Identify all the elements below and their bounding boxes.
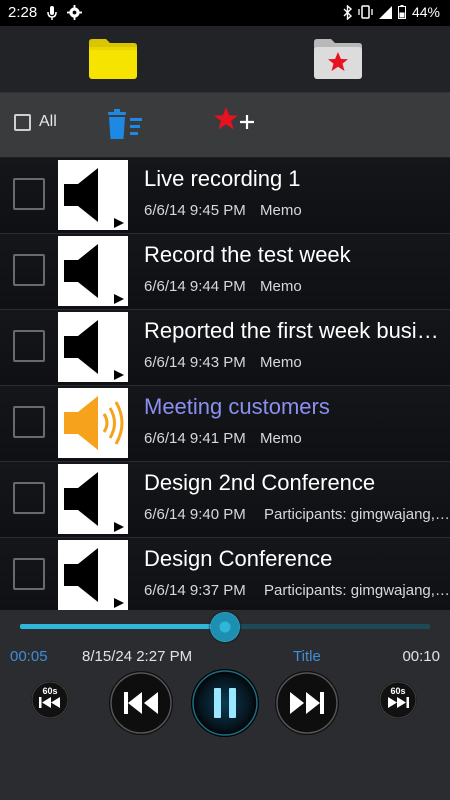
speaker-playing-icon — [64, 396, 124, 450]
recording-thumbnail[interactable] — [58, 236, 128, 306]
row-checkbox[interactable] — [13, 558, 45, 590]
battery-icon — [397, 5, 406, 19]
skip-back-label: 60s — [42, 686, 57, 696]
checkbox-box[interactable] — [14, 113, 31, 131]
recording-title: Record the test week — [144, 242, 351, 267]
recording-memo: Memo — [260, 354, 302, 371]
skip-forward-60-button[interactable]: 60s — [378, 680, 418, 720]
recording-thumbnail[interactable] — [58, 312, 128, 382]
next-button[interactable] — [274, 670, 340, 736]
select-all-checkbox[interactable]: All — [14, 113, 57, 131]
row-checkbox[interactable] — [13, 406, 45, 438]
recording-memo: Memo — [260, 278, 302, 295]
seek-progress — [20, 624, 225, 629]
tab-all-recordings[interactable] — [0, 26, 225, 92]
row-checkbox[interactable] — [13, 330, 45, 362]
top-tabs — [0, 26, 450, 93]
delete-list-icon — [108, 109, 142, 139]
recording-row[interactable]: Design Conference 6/6/14 9:37 PM Participa… — [0, 538, 450, 610]
skip-forward-60s-icon: 60s — [379, 681, 417, 719]
speaker-icon — [64, 320, 124, 380]
tab-favorites[interactable] — [225, 26, 450, 92]
recording-date: 6/6/14 9:43 PM — [144, 354, 246, 371]
recording-row[interactable]: Live recording 1 6/6/14 9:45 PM Memo — [0, 158, 450, 234]
title-button[interactable]: Title — [293, 648, 321, 665]
recording-date: 6/6/14 9:37 PM — [144, 582, 246, 599]
recording-row[interactable]: Meeting customers 6/6/14 9:41 PM Memo — [0, 386, 450, 462]
add-favorite-button[interactable] — [212, 105, 260, 142]
recording-memo: Participants: gimgwajang, kim — [264, 582, 450, 599]
speaker-icon — [64, 548, 124, 608]
recordings-list: Live recording 1 6/6/14 9:45 PM Memo Record… — [0, 158, 450, 610]
star-plus-icon — [214, 107, 254, 130]
speaker-icon — [64, 244, 124, 304]
skip-back-60s-icon: 60s — [31, 681, 69, 719]
row-checkbox[interactable] — [13, 482, 45, 514]
recording-title: Live recording 1 — [144, 166, 301, 191]
next-icon — [275, 671, 339, 735]
recording-thumbnail[interactable] — [58, 388, 128, 458]
microphone-icon — [47, 5, 57, 20]
recording-memo: Participants: gimgwajang, kim — [264, 506, 450, 523]
recording-date: 6/6/14 9:45 PM — [144, 202, 246, 219]
recording-thumbnail[interactable] — [58, 160, 128, 230]
bluetooth-icon — [343, 4, 352, 20]
skip-back-60-button[interactable]: 60s — [30, 680, 70, 720]
toolbar: All — [0, 93, 450, 157]
row-checkbox[interactable] — [13, 178, 45, 210]
skip-forward-label: 60s — [390, 686, 405, 696]
settings-gear-icon — [67, 5, 83, 20]
elapsed-time: 00:05 — [10, 648, 48, 665]
folder-icon — [89, 39, 137, 79]
recording-row[interactable]: Design 2nd Conference 6/6/14 9:40 PM Parti… — [0, 462, 450, 538]
total-time: 00:10 — [402, 648, 440, 665]
speaker-icon — [64, 168, 124, 228]
delete-button[interactable] — [106, 109, 146, 146]
recording-row[interactable]: Record the test week 6/6/14 9:44 PM Memo — [0, 234, 450, 310]
recording-date: 6/6/14 9:40 PM — [144, 506, 246, 523]
recording-memo: Memo — [260, 202, 302, 219]
time-row: 00:05 8/15/24 2:27 PM Title 00:10 — [0, 648, 450, 668]
recording-date: 6/6/14 9:41 PM — [144, 430, 246, 447]
recording-title: Reported the first week business — [144, 318, 450, 343]
recorded-date: 8/15/24 2:27 PM — [82, 648, 193, 665]
favorite-folder-icon — [314, 39, 362, 79]
previous-icon — [109, 671, 173, 735]
recording-thumbnail[interactable] — [58, 464, 128, 534]
seek-thumb[interactable] — [210, 612, 240, 642]
previous-button[interactable] — [108, 670, 174, 736]
recording-row[interactable]: Reported the first week business 6/6/14 9… — [0, 310, 450, 386]
pause-icon — [191, 669, 259, 737]
row-checkbox[interactable] — [13, 254, 45, 286]
recording-title: Design Conference — [144, 546, 333, 571]
pause-button[interactable] — [190, 668, 260, 738]
clock: 2:28 — [8, 4, 38, 21]
seek-bar[interactable] — [20, 612, 430, 642]
signal-icon — [378, 5, 392, 19]
battery-percent: 44% — [411, 4, 440, 20]
player-panel: 00:05 8/15/24 2:27 PM Title 00:10 60s 60… — [0, 610, 450, 800]
recording-thumbnail[interactable] — [58, 540, 128, 610]
recording-date: 6/6/14 9:44 PM — [144, 278, 246, 295]
recording-memo: Memo — [260, 430, 302, 447]
select-all-label: All — [39, 113, 57, 130]
vibrate-icon — [358, 5, 373, 19]
recording-title: Meeting customers — [144, 394, 330, 419]
recording-title: Design 2nd Conference — [144, 470, 376, 495]
speaker-icon — [64, 472, 124, 532]
status-bar: 2:28 44% — [0, 0, 450, 26]
